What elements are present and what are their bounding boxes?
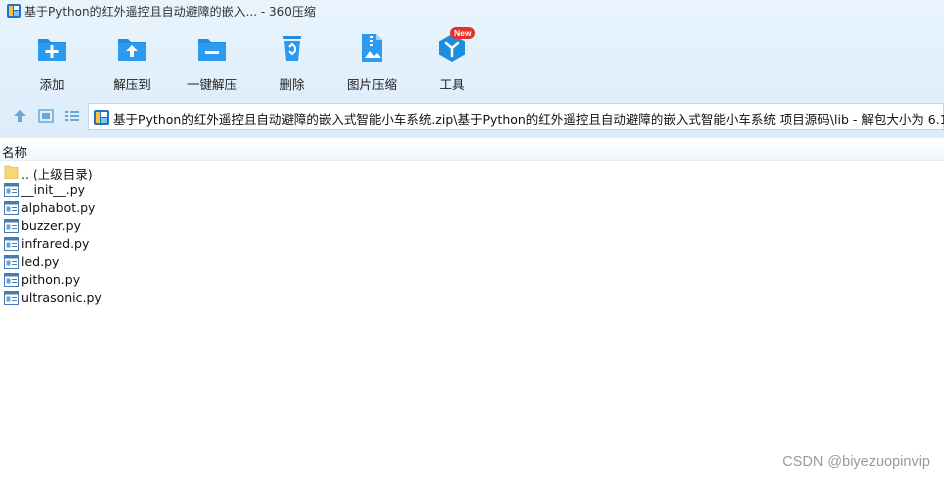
list-view-icon[interactable] bbox=[63, 108, 81, 124]
delete-button[interactable]: 删除 bbox=[262, 32, 322, 94]
app-logo-icon bbox=[7, 4, 21, 18]
watermark: CSDN @biyezuopinvip bbox=[782, 454, 930, 470]
new-badge: New bbox=[450, 27, 476, 39]
column-header-name[interactable]: 名称 bbox=[0, 140, 944, 161]
python-file-icon bbox=[4, 183, 19, 197]
extract-to-button[interactable]: 解压到 bbox=[102, 32, 162, 94]
image-compress-icon bbox=[362, 34, 382, 62]
window-title: 基于Python的红外遥控且自动避障的嵌入... - 360压缩 bbox=[24, 5, 316, 19]
address-path: 基于Python的红外遥控且自动避障的嵌入式智能小车系统.zip\基于Pytho… bbox=[113, 112, 944, 127]
file-name: __init__.py bbox=[21, 182, 86, 197]
python-file-icon bbox=[4, 237, 19, 251]
python-file-icon bbox=[4, 201, 19, 215]
file-name: alphabot.py bbox=[21, 200, 96, 215]
thumbnail-view-icon[interactable] bbox=[37, 108, 55, 124]
column-header-label: 名称 bbox=[2, 145, 28, 160]
file-name: infrared.py bbox=[21, 236, 90, 251]
file-row[interactable]: alphabot.py bbox=[0, 199, 300, 217]
top-panel: 基于Python的红外遥控且自动避障的嵌入... - 360压缩 添加 解压到 … bbox=[0, 0, 944, 138]
python-file-icon bbox=[4, 273, 19, 287]
python-file-icon bbox=[4, 219, 19, 233]
recycle-bin-icon bbox=[283, 36, 301, 61]
file-row[interactable]: infrared.py bbox=[0, 235, 300, 253]
title-bar: 基于Python的红外遥控且自动避障的嵌入... - 360压缩 bbox=[0, 0, 944, 22]
tools-label: 工具 bbox=[439, 77, 465, 92]
file-row[interactable]: led.py bbox=[0, 253, 300, 271]
file-row[interactable]: ultrasonic.py bbox=[0, 289, 300, 307]
file-name: ultrasonic.py bbox=[21, 290, 102, 305]
delete-label: 删除 bbox=[279, 77, 305, 92]
tools-button[interactable]: New 工具 bbox=[422, 27, 482, 94]
one-click-extract-button[interactable]: 一键解压 bbox=[182, 32, 242, 94]
one-click-extract-icon bbox=[198, 39, 226, 61]
add-label: 添加 bbox=[39, 77, 65, 92]
up-level-icon[interactable] bbox=[11, 108, 29, 124]
image-compress-button[interactable]: 图片压缩 bbox=[342, 32, 402, 94]
image-compress-label: 图片压缩 bbox=[346, 77, 397, 92]
extract-to-label: 解压到 bbox=[113, 77, 151, 92]
file-name: pithon.py bbox=[21, 272, 81, 287]
file-row[interactable]: pithon.py bbox=[0, 271, 300, 289]
archive-file-icon bbox=[94, 110, 109, 125]
extract-to-icon bbox=[118, 39, 146, 61]
folder-icon bbox=[4, 165, 19, 179]
parent-directory-row[interactable]: .. (上级目录) bbox=[0, 163, 300, 182]
file-name: led.py bbox=[21, 254, 60, 269]
file-name: buzzer.py bbox=[21, 218, 81, 233]
one-click-extract-label: 一键解压 bbox=[186, 77, 237, 92]
address-bar[interactable]: 基于Python的红外遥控且自动避障的嵌入式智能小车系统.zip\基于Pytho… bbox=[88, 103, 944, 130]
add-archive-icon bbox=[38, 39, 66, 61]
python-file-icon bbox=[4, 255, 19, 269]
python-file-icon bbox=[4, 291, 19, 305]
file-row[interactable]: __init__.py bbox=[0, 181, 300, 199]
file-row[interactable]: buzzer.py bbox=[0, 217, 300, 235]
add-button[interactable]: 添加 bbox=[22, 32, 82, 94]
